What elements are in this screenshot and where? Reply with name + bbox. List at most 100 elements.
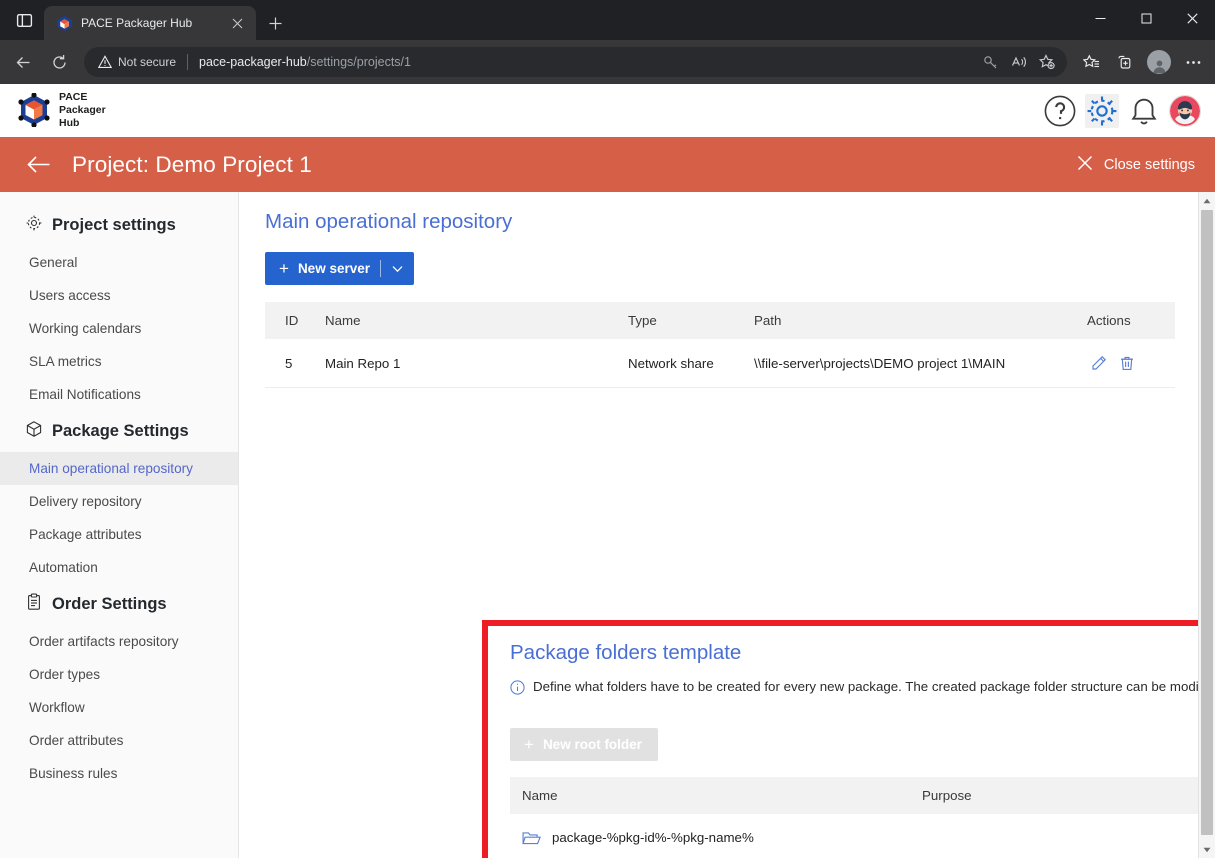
section-title-main-operational-repository: Main operational repository	[265, 210, 513, 233]
back-button-icon[interactable]	[6, 45, 40, 79]
sidebar-item-order-types[interactable]: Order types	[0, 658, 238, 691]
tab-title: PACE Packager Hub	[81, 16, 193, 30]
browser-navbar: Not secure pace-packager-hub/settings/pr…	[0, 40, 1215, 84]
package-folders-table: Name Purpose Actions	[510, 777, 1215, 858]
section-title-package-folders-template: Package folders template	[510, 641, 742, 664]
not-secure-indicator[interactable]: Not secure	[98, 55, 176, 69]
settings-body: Project settings General Users access Wo…	[0, 192, 1215, 858]
table-row[interactable]: package-%pkg-id%-%pkg-name%	[510, 814, 1215, 858]
close-settings-label: Close settings	[1103, 156, 1195, 173]
page-title: Project: Demo Project 1	[72, 151, 312, 177]
url-path: /settings/projects/1	[306, 55, 411, 69]
plus-icon: +	[524, 735, 534, 754]
sidebar-item-users-access[interactable]: Users access	[0, 279, 238, 312]
cell-purpose	[914, 814, 1215, 858]
logo-line-3: Hub	[59, 116, 80, 129]
window-close-button[interactable]	[1169, 0, 1215, 36]
sidebar-group-label: Order Settings	[52, 595, 167, 613]
package-folders-content: Package folders template Define what fol…	[488, 626, 1215, 858]
sidebar-group-package-settings: Package Settings	[0, 411, 238, 452]
profile-button[interactable]	[1143, 46, 1175, 78]
sidebar-item-email-notifications[interactable]: Email Notifications	[0, 378, 238, 411]
cell-id: 5	[265, 339, 317, 388]
logo-line-1: PACE	[59, 91, 88, 104]
table-header-row: ID Name Type Path Actions	[265, 302, 1175, 339]
user-avatar[interactable]	[1169, 94, 1201, 127]
sidebar-item-delivery-repository[interactable]: Delivery repository	[0, 485, 238, 518]
cell-name: Main Repo 1	[317, 339, 620, 388]
package-icon	[25, 420, 43, 443]
cell-path: \\file-server\projects\DEMO project 1\MA…	[746, 339, 1079, 388]
browser-tab[interactable]: PACE Packager Hub	[44, 6, 256, 40]
window-minimize-button[interactable]	[1077, 0, 1123, 36]
delete-icon[interactable]	[1115, 352, 1139, 374]
sidebar-item-workflow[interactable]: Workflow	[0, 691, 238, 724]
sidebar-item-order-artifacts-repository[interactable]: Order artifacts repository	[0, 625, 238, 658]
key-icon[interactable]	[977, 49, 1005, 75]
clipboard-icon	[25, 593, 43, 616]
tab-close-icon[interactable]	[226, 12, 248, 34]
highlighted-package-folders-section: Package folders template Define what fol…	[482, 620, 1215, 858]
folder-open-icon	[522, 830, 541, 846]
project-bar: Project: Demo Project 1 Close settings	[0, 137, 1215, 192]
sidebar-item-general[interactable]: General	[0, 246, 238, 279]
col-type: Type	[620, 302, 746, 339]
sidebar-group-order-settings: Order Settings	[0, 584, 238, 625]
scroll-up-arrow-icon[interactable]	[1199, 192, 1215, 209]
scrollbar-thumb[interactable]	[1201, 210, 1213, 835]
settings-sidebar: Project settings General Users access Wo…	[0, 192, 239, 858]
servers-table: ID Name Type Path Actions 5 Main Repo 1	[265, 302, 1175, 388]
repository-section: Main operational repository + New server…	[239, 192, 1215, 388]
browser-avatar	[1147, 50, 1171, 74]
sidebar-item-main-operational-repository[interactable]: Main operational repository	[0, 452, 238, 485]
cell-name: package-%pkg-id%-%pkg-name%	[510, 814, 914, 858]
table-header-row: Name Purpose Actions	[510, 777, 1215, 814]
settings-main-content: Main operational repository + New server…	[239, 192, 1215, 858]
favorites-icon[interactable]	[1075, 46, 1107, 78]
sidebar-item-business-rules[interactable]: Business rules	[0, 757, 238, 790]
new-tab-button[interactable]	[258, 6, 292, 40]
logo-line-2: Packager	[59, 104, 106, 117]
cell-type: Network share	[620, 339, 746, 388]
new-server-button[interactable]: + New server	[265, 252, 414, 285]
chevron-down-icon[interactable]	[381, 265, 414, 273]
folder-name: package-%pkg-id%-%pkg-name%	[552, 829, 754, 845]
edit-icon[interactable]	[1087, 352, 1111, 374]
sidebar-item-package-attributes[interactable]: Package attributes	[0, 518, 238, 551]
pace-cube-icon	[56, 15, 73, 32]
add-favorite-icon[interactable]	[1033, 49, 1061, 75]
sidebar-item-automation[interactable]: Automation	[0, 551, 238, 584]
scroll-down-arrow-icon[interactable]	[1199, 841, 1215, 858]
bell-icon[interactable]	[1127, 94, 1161, 128]
browser-menu-icon[interactable]	[1177, 46, 1209, 78]
back-arrow-icon[interactable]	[22, 148, 56, 182]
app-logo-text: PACE Packager Hub	[59, 91, 106, 129]
servers-table-head: ID Name Type Path Actions	[265, 302, 1175, 339]
reload-button-icon[interactable]	[42, 45, 76, 79]
sidebar-item-order-attributes[interactable]: Order attributes	[0, 724, 238, 757]
col-actions: Actions	[1079, 302, 1175, 339]
tab-actions-icon[interactable]	[4, 0, 44, 40]
address-bar[interactable]: Not secure pace-packager-hub/settings/pr…	[84, 47, 1067, 77]
table-row[interactable]: 5 Main Repo 1 Network share \\file-serve…	[265, 339, 1175, 388]
page-scrollbar[interactable]	[1198, 192, 1215, 858]
help-icon[interactable]	[1043, 94, 1077, 128]
close-settings-button[interactable]: Close settings	[1073, 149, 1199, 181]
browser-window: PACE Packager Hub Not secure pace-packag…	[0, 0, 1215, 858]
new-root-folder-label: New root folder	[542, 737, 642, 752]
sidebar-item-sla-metrics[interactable]: SLA metrics	[0, 345, 238, 378]
window-maximize-button[interactable]	[1123, 0, 1169, 36]
app-logo[interactable]: PACE Packager Hub	[18, 91, 106, 129]
read-aloud-icon[interactable]	[1005, 49, 1033, 75]
plus-icon: +	[279, 259, 289, 278]
omnibox-divider	[187, 54, 189, 70]
sidebar-group-project-settings: Project settings	[0, 205, 238, 246]
col-path: Path	[746, 302, 1079, 339]
sidebar-item-working-calendars[interactable]: Working calendars	[0, 312, 238, 345]
new-root-folder-button[interactable]: + New root folder	[510, 728, 658, 761]
sidebar-group-label: Project settings	[52, 216, 176, 234]
sidebar-group-label: Package Settings	[52, 422, 189, 440]
col-name: Name	[510, 777, 914, 814]
gear-icon[interactable]	[1085, 93, 1119, 128]
collections-icon[interactable]	[1109, 46, 1141, 78]
